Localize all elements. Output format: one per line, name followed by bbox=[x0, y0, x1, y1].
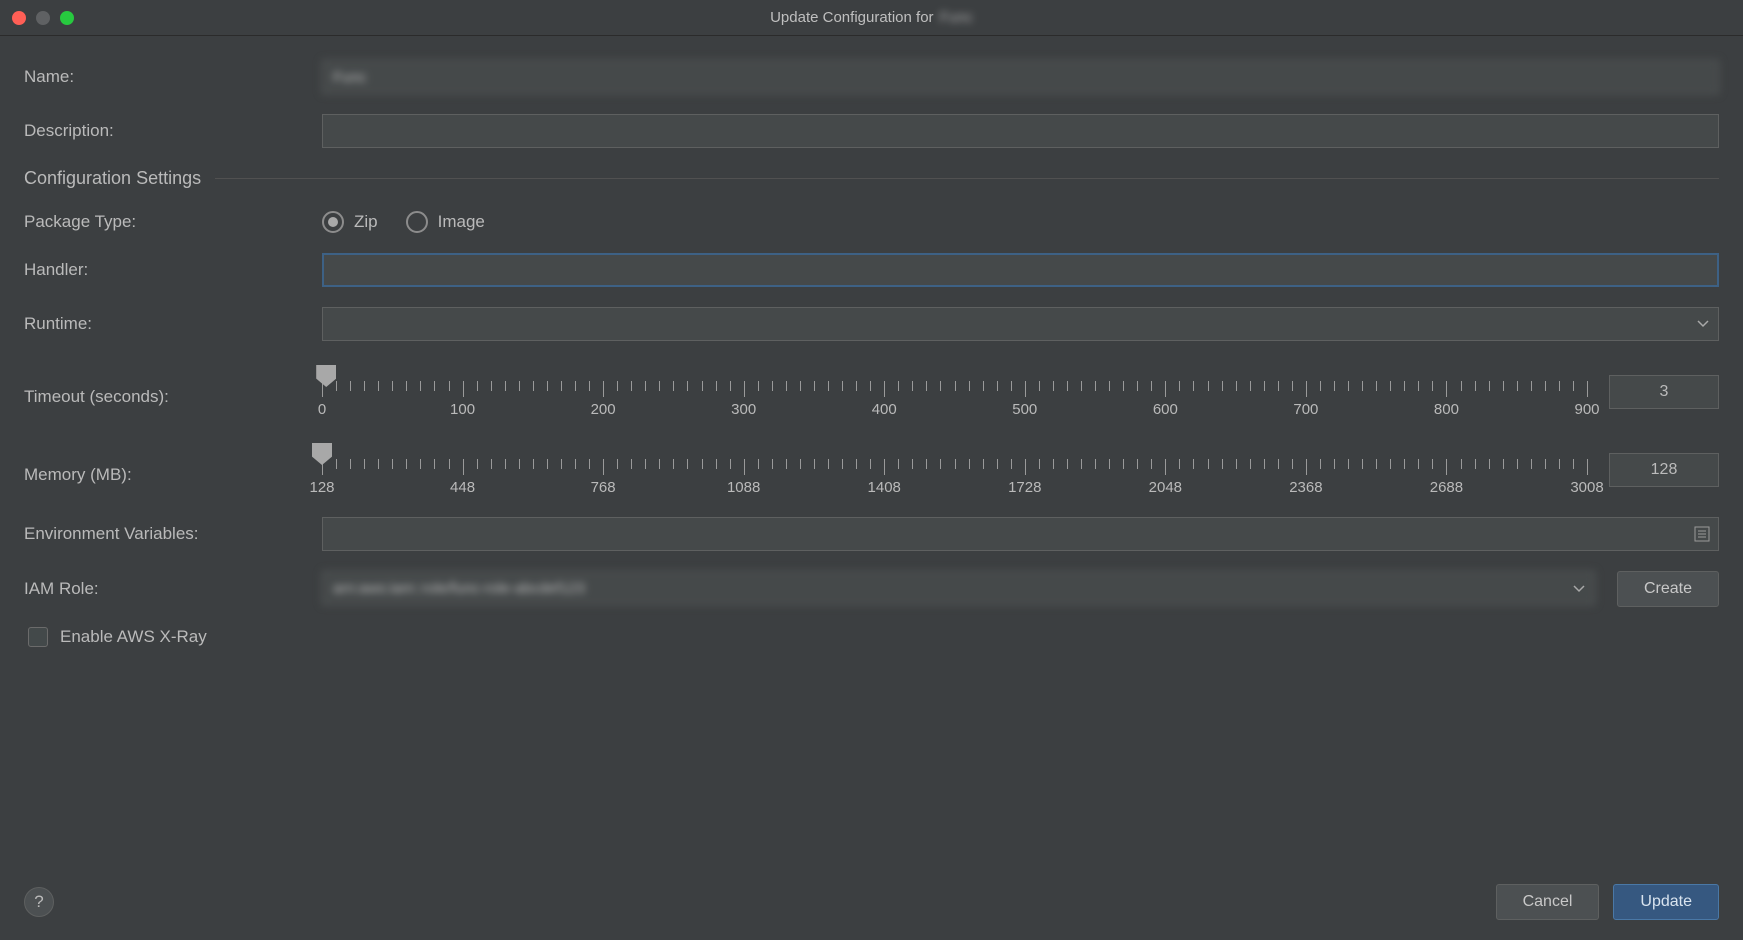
name-input[interactable] bbox=[322, 60, 1719, 94]
memory-slider[interactable]: 1284487681088140817282048236826883008 bbox=[322, 443, 1587, 497]
memory-value-input[interactable] bbox=[1609, 453, 1719, 487]
description-input[interactable] bbox=[322, 114, 1719, 148]
runtime-label: Runtime: bbox=[24, 314, 304, 334]
slider-thumb[interactable] bbox=[316, 365, 336, 387]
timeout-value-input[interactable] bbox=[1609, 375, 1719, 409]
close-window-button[interactable] bbox=[12, 11, 26, 25]
slider-tick-label: 1728 bbox=[1008, 479, 1041, 496]
package-type-radio-group: Zip Image bbox=[322, 211, 1719, 233]
minimize-window-button[interactable] bbox=[36, 11, 50, 25]
window-title-prefix: Update Configuration for bbox=[770, 9, 933, 26]
radio-icon bbox=[406, 211, 428, 233]
configuration-settings-header: Configuration Settings bbox=[24, 168, 1719, 189]
slider-tick-label: 128 bbox=[309, 479, 334, 496]
create-iam-role-button[interactable]: Create bbox=[1617, 571, 1719, 607]
package-type-radio-image[interactable]: Image bbox=[406, 211, 485, 233]
description-label: Description: bbox=[24, 121, 304, 141]
slider-tick-label: 600 bbox=[1153, 401, 1178, 418]
slider-tick-label: 200 bbox=[591, 401, 616, 418]
slider-tick-label: 0 bbox=[318, 401, 326, 418]
slider-tick-label: 3008 bbox=[1570, 479, 1603, 496]
slider-tick-label: 2688 bbox=[1430, 479, 1463, 496]
slider-tick-label: 1408 bbox=[868, 479, 901, 496]
radio-label-zip: Zip bbox=[354, 212, 378, 232]
env-vars-label: Environment Variables: bbox=[24, 524, 304, 544]
iam-role-select[interactable] bbox=[322, 571, 1595, 605]
slider-tick-label: 768 bbox=[591, 479, 616, 496]
timeout-label: Timeout (seconds): bbox=[24, 361, 304, 407]
section-divider bbox=[215, 178, 1719, 179]
slider-tick-label: 448 bbox=[450, 479, 475, 496]
slider-tick-label: 700 bbox=[1293, 401, 1318, 418]
list-icon bbox=[1694, 526, 1710, 542]
chevron-down-icon bbox=[1573, 585, 1585, 593]
slider-tick-label: 1088 bbox=[727, 479, 760, 496]
name-label: Name: bbox=[24, 67, 304, 87]
update-button[interactable]: Update bbox=[1613, 884, 1719, 920]
runtime-select[interactable] bbox=[322, 307, 1719, 341]
slider-tick-label: 2048 bbox=[1149, 479, 1182, 496]
iam-role-label: IAM Role: bbox=[24, 579, 304, 599]
timeout-slider[interactable]: 0100200300400500600700800900 bbox=[322, 365, 1587, 419]
window-controls bbox=[12, 11, 74, 25]
package-type-radio-zip[interactable]: Zip bbox=[322, 211, 378, 233]
chevron-down-icon bbox=[1697, 320, 1709, 328]
cancel-button[interactable]: Cancel bbox=[1496, 884, 1600, 920]
radio-icon bbox=[322, 211, 344, 233]
slider-tick-label: 300 bbox=[731, 401, 756, 418]
handler-label: Handler: bbox=[24, 260, 304, 280]
maximize-window-button[interactable] bbox=[60, 11, 74, 25]
slider-tick-label: 500 bbox=[1012, 401, 1037, 418]
section-title: Configuration Settings bbox=[24, 168, 201, 189]
memory-label: Memory (MB): bbox=[24, 439, 304, 485]
window-title: Update Configuration for Func bbox=[770, 9, 973, 26]
radio-label-image: Image bbox=[438, 212, 485, 232]
help-button[interactable]: ? bbox=[24, 887, 54, 917]
enable-xray-checkbox[interactable] bbox=[28, 627, 48, 647]
slider-thumb[interactable] bbox=[312, 443, 332, 465]
slider-tick-label: 900 bbox=[1574, 401, 1599, 418]
package-type-label: Package Type: bbox=[24, 212, 304, 232]
slider-tick-label: 2368 bbox=[1289, 479, 1322, 496]
handler-input[interactable] bbox=[322, 253, 1719, 287]
window-title-name: Func bbox=[940, 9, 973, 26]
question-icon: ? bbox=[34, 892, 43, 912]
slider-tick-label: 400 bbox=[872, 401, 897, 418]
slider-tick-label: 100 bbox=[450, 401, 475, 418]
slider-tick-label: 800 bbox=[1434, 401, 1459, 418]
enable-xray-label: Enable AWS X-Ray bbox=[60, 627, 207, 647]
env-vars-input[interactable] bbox=[322, 517, 1719, 551]
env-vars-browse-button[interactable] bbox=[1691, 523, 1713, 545]
titlebar: Update Configuration for Func bbox=[0, 0, 1743, 36]
